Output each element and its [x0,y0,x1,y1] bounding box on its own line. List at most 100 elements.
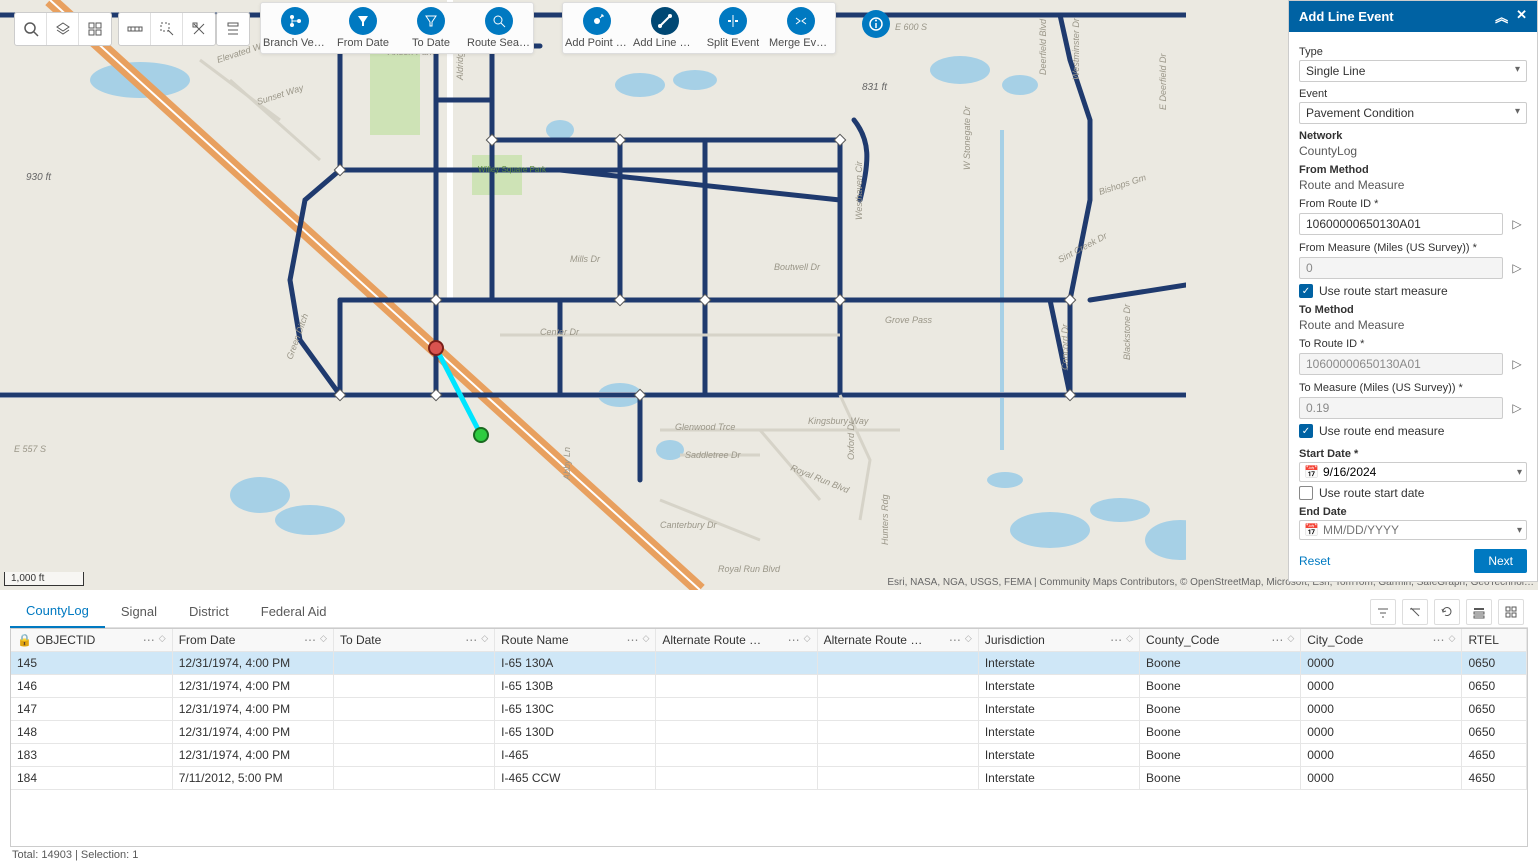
basemap-tool[interactable] [79,13,111,45]
cell[interactable]: 0000 [1301,652,1462,675]
cell[interactable]: I-465 [495,744,656,767]
cell[interactable] [656,767,817,790]
start-date-input[interactable]: 📅 ▾ [1299,462,1527,482]
cell[interactable]: 0000 [1301,675,1462,698]
cell[interactable]: 145 [11,652,172,675]
cell[interactable]: 0650 [1462,721,1527,744]
cell[interactable]: 12/31/1974, 4:00 PM [172,744,333,767]
cell[interactable]: Interstate [978,652,1139,675]
cell[interactable]: 12/31/1974, 4:00 PM [172,698,333,721]
tool-show-selected[interactable] [1466,599,1492,625]
route-search-button[interactable]: Route Search [465,5,533,51]
cell[interactable]: I-65 130A [495,652,656,675]
cell[interactable]: 7/11/2012, 5:00 PM [172,767,333,790]
tab-signal[interactable]: Signal [105,596,173,628]
table-row[interactable]: 1847/11/2012, 5:00 PMI-465 CCWInterstate… [11,767,1527,790]
chevron-down-icon[interactable]: ▾ [1517,467,1522,478]
col-city-code[interactable]: City_Code◇⋯ [1301,629,1462,652]
info-button[interactable] [862,10,890,38]
search-tool[interactable] [15,13,47,45]
cell[interactable] [656,652,817,675]
cell[interactable]: Boone [1140,652,1301,675]
cell[interactable]: 0650 [1462,698,1527,721]
chevron-down-icon[interactable]: ▾ [1517,525,1522,536]
layers-tool[interactable] [47,13,79,45]
cell[interactable]: I-65 130C [495,698,656,721]
cell[interactable] [333,721,494,744]
cell[interactable] [817,721,978,744]
cell[interactable] [817,744,978,767]
use-start-date-checkbox[interactable] [1299,486,1313,500]
tool-refresh[interactable] [1434,599,1460,625]
use-start-measure-checkbox[interactable]: ✓ [1299,284,1313,298]
event-select[interactable]: Pavement Condition [1299,102,1527,124]
table-row[interactable]: 18312/31/1974, 4:00 PMI-465InterstateBoo… [11,744,1527,767]
cell[interactable]: 147 [11,698,172,721]
cell[interactable]: Boone [1140,767,1301,790]
from-route-input[interactable]: 10600000650130A01 [1299,213,1503,235]
select-tool[interactable] [151,13,183,45]
reset-button[interactable]: Reset [1299,554,1330,568]
collapse-icon[interactable]: ︽ [1495,7,1508,26]
cell[interactable]: 12/31/1974, 4:00 PM [172,721,333,744]
tab-district[interactable]: District [173,596,245,628]
use-end-measure-checkbox[interactable]: ✓ [1299,424,1313,438]
cell[interactable] [656,675,817,698]
from-route-picker[interactable]: ▷ [1507,212,1527,236]
end-date-field[interactable] [1323,523,1513,537]
cell[interactable] [817,698,978,721]
col-alt-route-1[interactable]: Alternate Route …◇⋯ [656,629,817,652]
add-line-event-button[interactable]: Add Line E… [631,5,699,51]
cell[interactable]: 0000 [1301,767,1462,790]
cell[interactable] [656,698,817,721]
cell[interactable] [817,652,978,675]
tool-filter[interactable] [1370,599,1396,625]
col-from-date[interactable]: From Date◇⋯ [172,629,333,652]
cell[interactable]: 146 [11,675,172,698]
next-button[interactable]: Next [1474,549,1527,573]
merge-events-button[interactable]: Merge Events [767,5,835,51]
close-icon[interactable]: ✕ [1516,7,1527,26]
cell[interactable]: 148 [11,721,172,744]
tool-columns[interactable] [1498,599,1524,625]
from-measure-picker[interactable]: ▷ [1507,256,1527,280]
cell[interactable]: Interstate [978,675,1139,698]
cell[interactable] [817,675,978,698]
to-measure-picker[interactable]: ▷ [1507,396,1527,420]
col-objectid[interactable]: 🔒OBJECTID◇⋯ [11,629,172,652]
cell[interactable]: 0000 [1301,698,1462,721]
cell[interactable] [333,675,494,698]
measure-tool[interactable] [119,13,151,45]
add-point-event-button[interactable]: Add Point E… [563,5,631,51]
to-date-button[interactable]: To Date [397,5,465,51]
clear-selection-tool[interactable] [183,13,215,45]
table-row[interactable]: 14712/31/1974, 4:00 PMI-65 130CInterstat… [11,698,1527,721]
from-date-button[interactable]: From Date [329,5,397,51]
start-date-field[interactable] [1323,465,1513,479]
cell[interactable] [333,744,494,767]
cell[interactable]: Boone [1140,675,1301,698]
cell[interactable] [333,652,494,675]
cell[interactable]: Interstate [978,767,1139,790]
cell[interactable]: Interstate [978,744,1139,767]
type-select[interactable]: Single Line [1299,60,1527,82]
cell[interactable]: 4650 [1462,767,1527,790]
table-row[interactable]: 14512/31/1974, 4:00 PM I-65 130A Interstat… [11,652,1527,675]
col-to-date[interactable]: To Date◇⋯ [333,629,494,652]
attribute-grid[interactable]: 🔒OBJECTID◇⋯ From Date◇⋯ To Date◇⋯ Route … [10,628,1528,847]
cell[interactable]: I-65 130B [495,675,656,698]
cell[interactable] [333,767,494,790]
cell[interactable]: 0000 [1301,744,1462,767]
cell[interactable]: Boone [1140,744,1301,767]
tab-federal-aid[interactable]: Federal Aid [245,596,343,628]
cell[interactable]: 12/31/1974, 4:00 PM [172,652,333,675]
cell[interactable]: Boone [1140,721,1301,744]
end-date-input[interactable]: 📅 ▾ [1299,520,1527,540]
cell[interactable]: 184 [11,767,172,790]
cell[interactable]: 12/31/1974, 4:00 PM [172,675,333,698]
cell[interactable] [656,744,817,767]
cell[interactable]: Interstate [978,721,1139,744]
col-jurisdiction[interactable]: Jurisdiction◇⋯ [978,629,1139,652]
col-rtel[interactable]: RTEL [1462,629,1527,652]
tab-countylog[interactable]: CountyLog [10,596,105,628]
